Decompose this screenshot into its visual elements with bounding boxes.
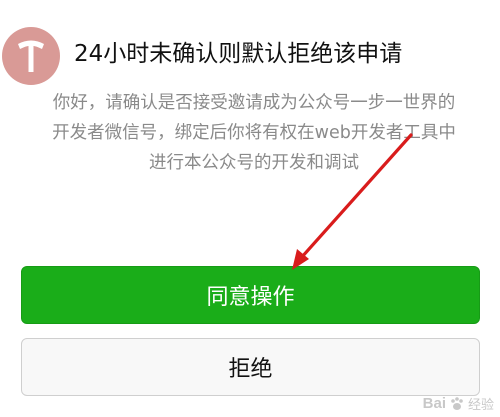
description-line: 你好，请确认是否接受邀请成为公众号一步一世界的 xyxy=(52,93,456,113)
description-line: 进行本公众号的开发和调试 xyxy=(149,153,359,173)
paw-icon xyxy=(451,396,463,410)
avatar xyxy=(2,27,60,85)
reject-button[interactable]: 拒绝 xyxy=(21,338,480,396)
baidu-watermark: Bai 经验 xyxy=(423,394,494,413)
request-title: 24小时未确认则默认拒绝该申请 xyxy=(74,41,403,67)
description-line: 开发者微信号，绑定后你将有权在web开发者工具中 xyxy=(52,123,456,143)
agree-button[interactable]: 同意操作 xyxy=(21,266,480,324)
watermark-brand: Bai xyxy=(422,395,446,412)
invitation-description: 你好，请确认是否接受邀请成为公众号一步一世界的 开发者微信号，绑定后你将有权在w… xyxy=(14,88,494,178)
avatar-letter-icon xyxy=(18,40,44,72)
watermark-suffix: 经验 xyxy=(467,397,494,412)
